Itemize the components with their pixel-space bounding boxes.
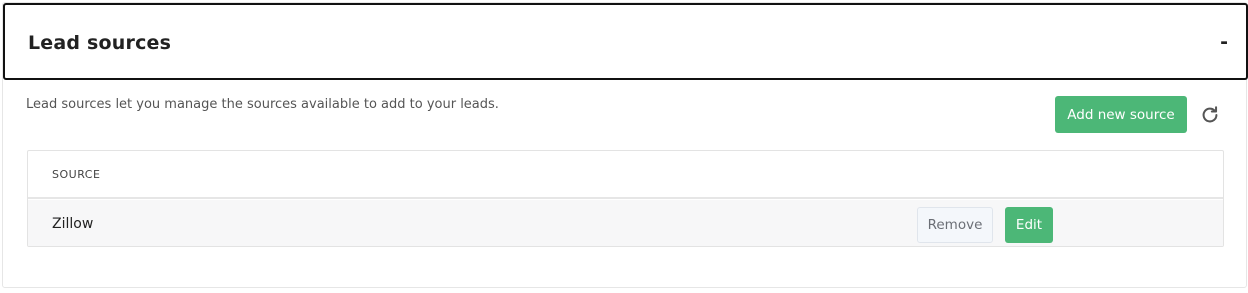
collapse-toggle[interactable]: -	[1214, 31, 1228, 53]
source-name-cell: Zillow	[52, 216, 94, 232]
remove-button[interactable]: Remove	[917, 207, 993, 243]
panel-description: Lead sources let you manage the sources …	[26, 97, 499, 112]
edit-button[interactable]: Edit	[1005, 207, 1053, 243]
panel-title: Lead sources	[28, 32, 172, 54]
add-new-source-button[interactable]: Add new source	[1055, 96, 1187, 133]
column-header-source: SOURCE	[52, 168, 101, 181]
table-header: SOURCE	[28, 151, 1223, 199]
sources-table: SOURCE Zillow Remove Edit	[27, 150, 1224, 247]
lead-sources-panel: Lead sources - Lead sources let you mana…	[2, 2, 1248, 288]
table-row: Zillow Remove Edit	[28, 200, 1223, 246]
refresh-icon[interactable]	[1199, 104, 1221, 126]
panel-header[interactable]: Lead sources -	[3, 3, 1248, 80]
